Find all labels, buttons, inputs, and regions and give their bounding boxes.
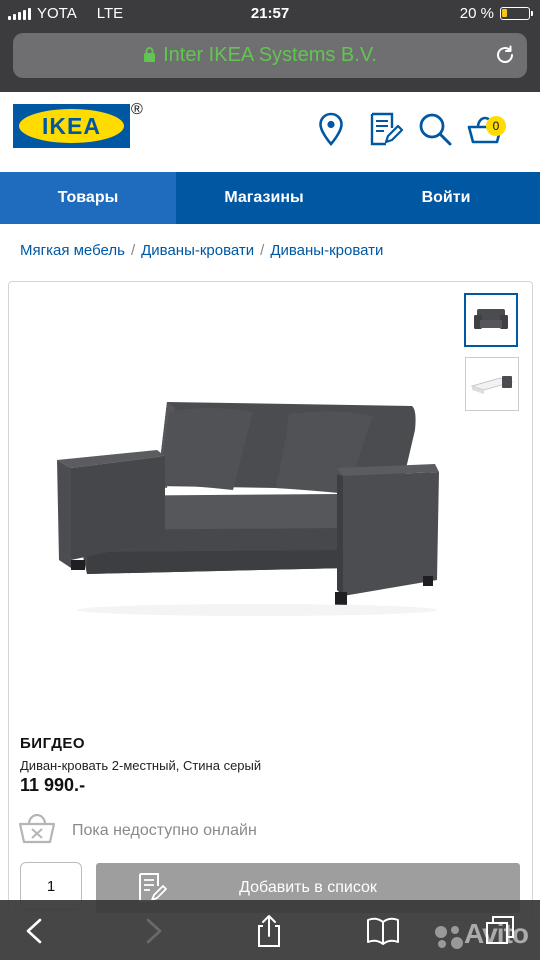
breadcrumb-separator: / bbox=[260, 242, 265, 259]
product-thumbnail[interactable] bbox=[464, 293, 518, 347]
location-pin-icon[interactable] bbox=[312, 110, 350, 148]
watermark-text: Avito bbox=[464, 918, 529, 949]
page-title: Inter IKEA Systems B.V. bbox=[163, 44, 377, 66]
cart-count-badge: 0 bbox=[486, 116, 506, 136]
forward-icon[interactable] bbox=[136, 914, 170, 948]
breadcrumb-item[interactable]: Мягкая мебель bbox=[20, 242, 125, 259]
back-icon[interactable] bbox=[18, 914, 52, 948]
battery-icon bbox=[500, 7, 533, 20]
breadcrumb: Мягкая мебель / Диваны-кровати / Диваны-кров… bbox=[20, 242, 383, 259]
ikea-logo[interactable]: IKEA bbox=[13, 104, 130, 148]
availability-status: Пока недоступно онлайн bbox=[72, 822, 257, 839]
breadcrumb-item[interactable]: Диваны-кровати bbox=[141, 242, 254, 259]
avito-logo-icon bbox=[435, 926, 463, 949]
browser-chrome: YOTA LTE 21:57 20 % Inter IKEA Systems B… bbox=[0, 0, 540, 92]
add-to-list-label: Добавить в список bbox=[239, 879, 377, 896]
product-price: 11 990.- bbox=[20, 775, 86, 795]
tab-login[interactable]: Войти bbox=[352, 172, 540, 224]
product-description: Диван-кровать 2-местный, Стина серый bbox=[20, 758, 262, 773]
product-image bbox=[57, 402, 439, 616]
registered-mark: ® bbox=[131, 101, 143, 118]
breadcrumb-item[interactable]: Диваны-кровати bbox=[270, 242, 383, 259]
main-nav: Товары Магазины Войти bbox=[0, 172, 540, 224]
unavailable-basket-icon bbox=[18, 813, 56, 844]
status-bar: YOTA LTE 21:57 20 % bbox=[0, 0, 540, 28]
battery-percent: 20 % bbox=[459, 5, 494, 22]
tab-stores[interactable]: Магазины bbox=[176, 172, 352, 224]
site-header: IKEA ® bbox=[0, 92, 540, 172]
address-bar[interactable]: Inter IKEA Systems B.V. bbox=[13, 33, 527, 78]
product-name[interactable]: БИГДЕО bbox=[20, 735, 85, 752]
product-thumbnail[interactable] bbox=[465, 357, 519, 411]
search-icon[interactable] bbox=[416, 110, 454, 148]
breadcrumb-separator: / bbox=[130, 242, 136, 259]
tab-products[interactable]: Товары bbox=[0, 172, 176, 224]
share-icon[interactable] bbox=[252, 914, 286, 948]
wishlist-icon[interactable] bbox=[366, 110, 404, 148]
bookmarks-icon[interactable] bbox=[366, 914, 400, 948]
sofa-bed-thumbnail-image bbox=[470, 376, 514, 394]
sofa-thumbnail-image bbox=[474, 309, 508, 329]
reload-icon[interactable] bbox=[493, 43, 517, 67]
